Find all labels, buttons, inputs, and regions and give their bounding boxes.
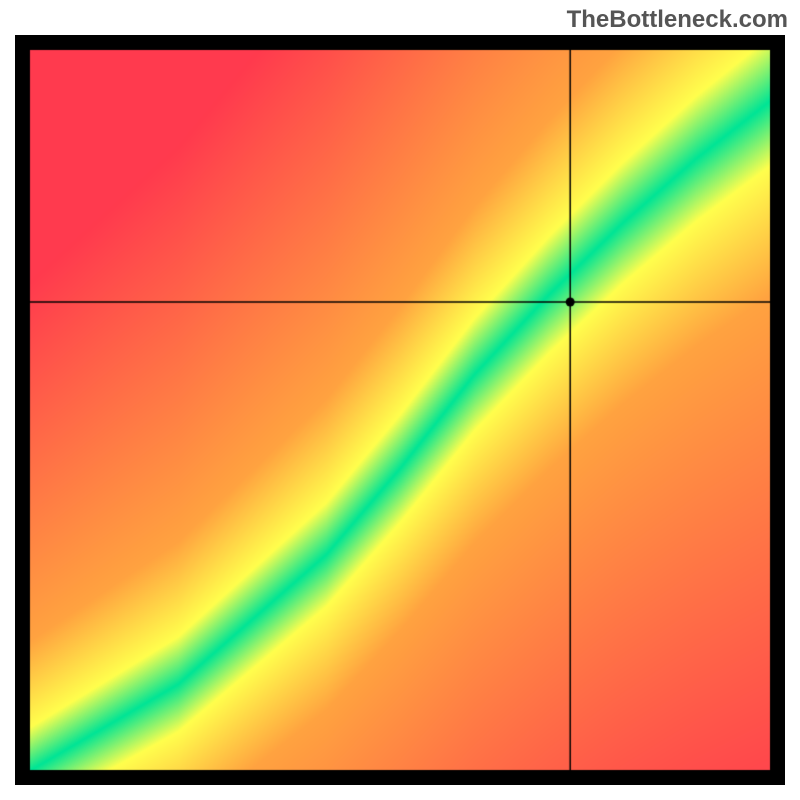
watermark-text: TheBottleneck.com [567, 6, 788, 34]
heatmap-chart [15, 35, 785, 785]
heatmap-canvas [15, 35, 785, 785]
chart-container: TheBottleneck.com [0, 0, 800, 800]
